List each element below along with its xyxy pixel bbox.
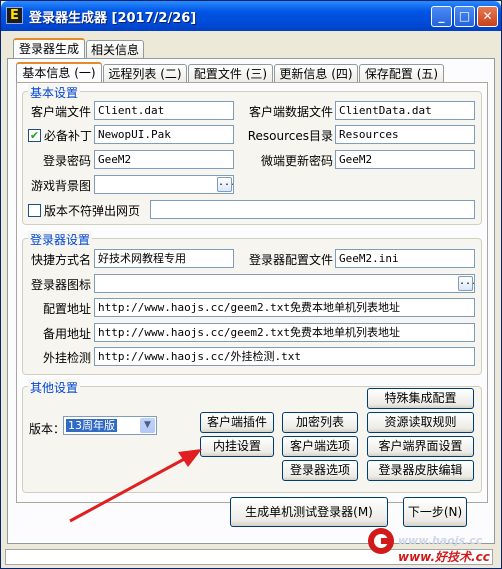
arrow-head-icon <box>178 449 202 467</box>
watermark-url: www.haojs.cc <box>398 534 483 547</box>
annotation-arrow <box>69 449 202 523</box>
arrow-shaft <box>69 455 189 523</box>
watermark-name: www.好技术.cc <box>398 550 490 564</box>
watermark-logo-icon <box>368 528 394 554</box>
